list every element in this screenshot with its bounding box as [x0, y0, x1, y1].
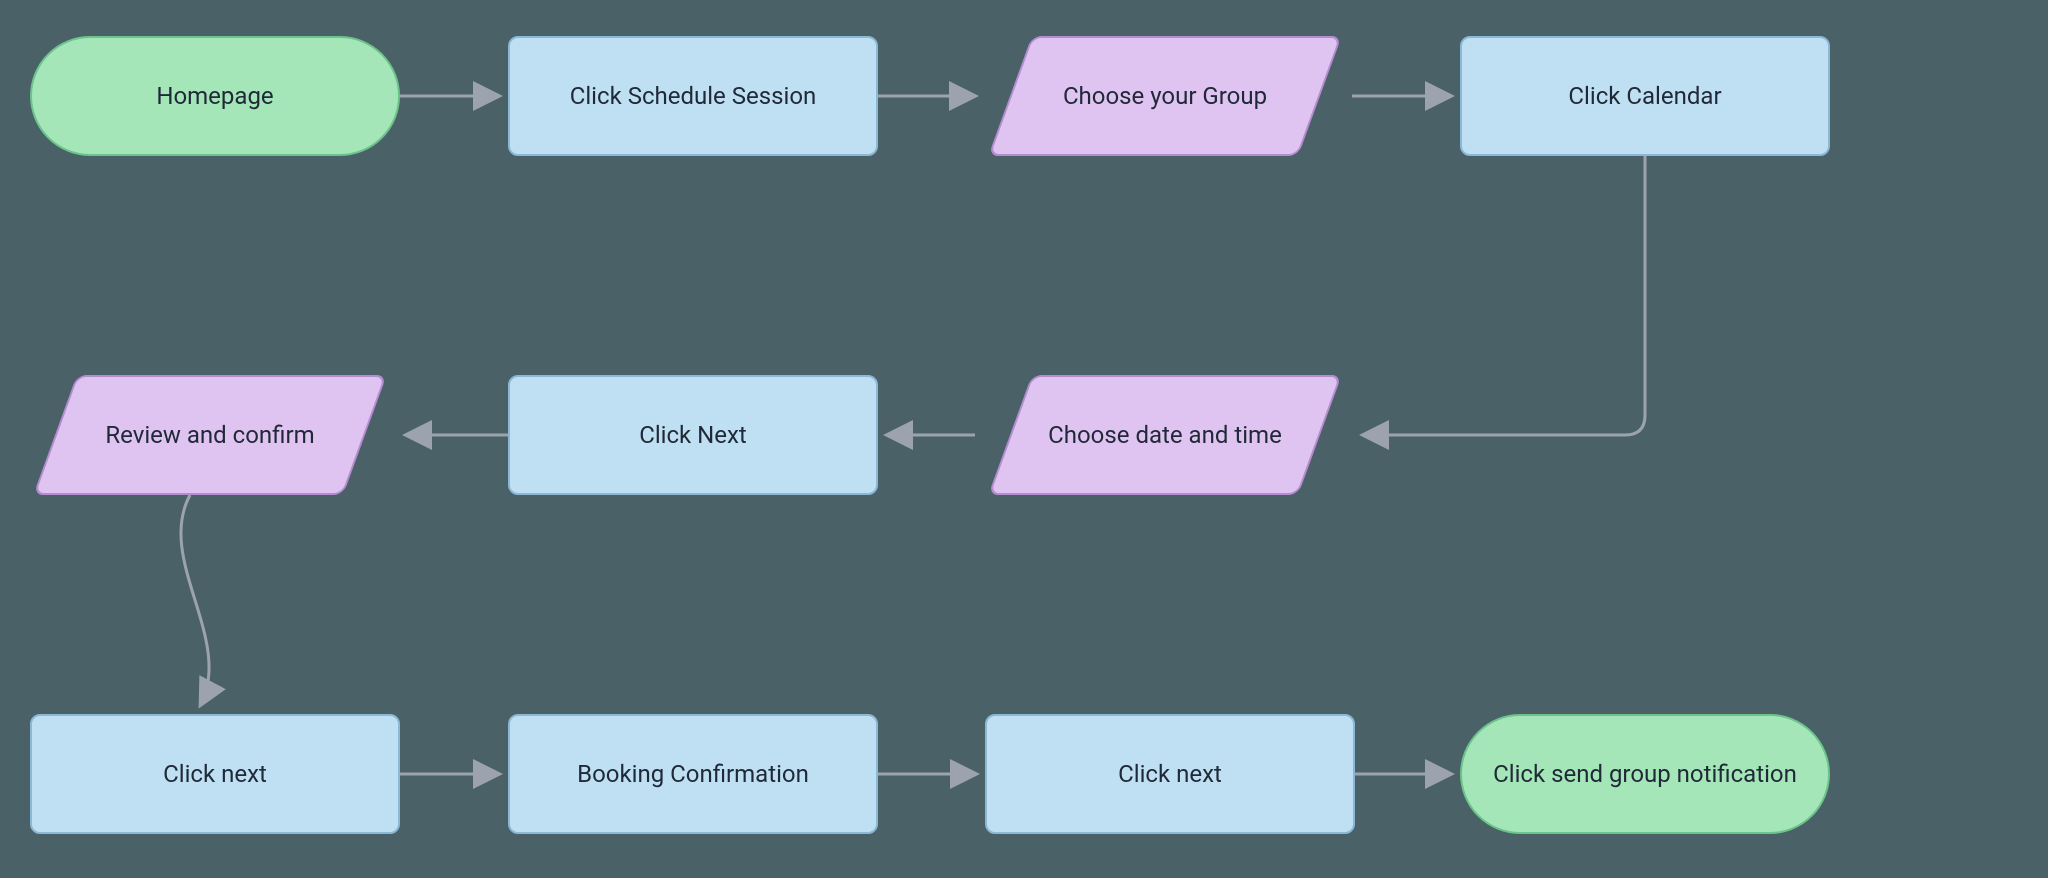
- node-click-send-group-notification: Click send group notification: [1460, 714, 1830, 834]
- node-label: Click Calendar: [1568, 80, 1721, 112]
- node-label: Click Next: [639, 419, 747, 451]
- node-label: Choose date and time: [1048, 419, 1282, 451]
- edge-n4-n5: [1362, 156, 1645, 435]
- node-choose-date-and-time: Choose date and time: [1010, 375, 1320, 495]
- node-review-and-confirm: Review and confirm: [55, 375, 365, 495]
- node-label: Click next: [163, 758, 267, 790]
- node-click-next-3: Click next: [985, 714, 1355, 834]
- node-label: Choose your Group: [1063, 80, 1267, 112]
- node-click-calendar: Click Calendar: [1460, 36, 1830, 156]
- edge-n7-n8: [181, 495, 209, 706]
- node-click-next-1: Click Next: [508, 375, 878, 495]
- node-label: Click Schedule Session: [570, 80, 817, 112]
- node-choose-your-group: Choose your Group: [1010, 36, 1320, 156]
- node-click-schedule-session: Click Schedule Session: [508, 36, 878, 156]
- node-booking-confirmation: Booking Confirmation: [508, 714, 878, 834]
- node-label: Review and confirm: [105, 419, 314, 451]
- node-label: Click next: [1118, 758, 1222, 790]
- node-label: Click send group notification: [1493, 758, 1797, 790]
- node-label: Homepage: [156, 80, 273, 112]
- node-label: Booking Confirmation: [577, 758, 809, 790]
- node-homepage: Homepage: [30, 36, 400, 156]
- node-click-next-2: Click next: [30, 714, 400, 834]
